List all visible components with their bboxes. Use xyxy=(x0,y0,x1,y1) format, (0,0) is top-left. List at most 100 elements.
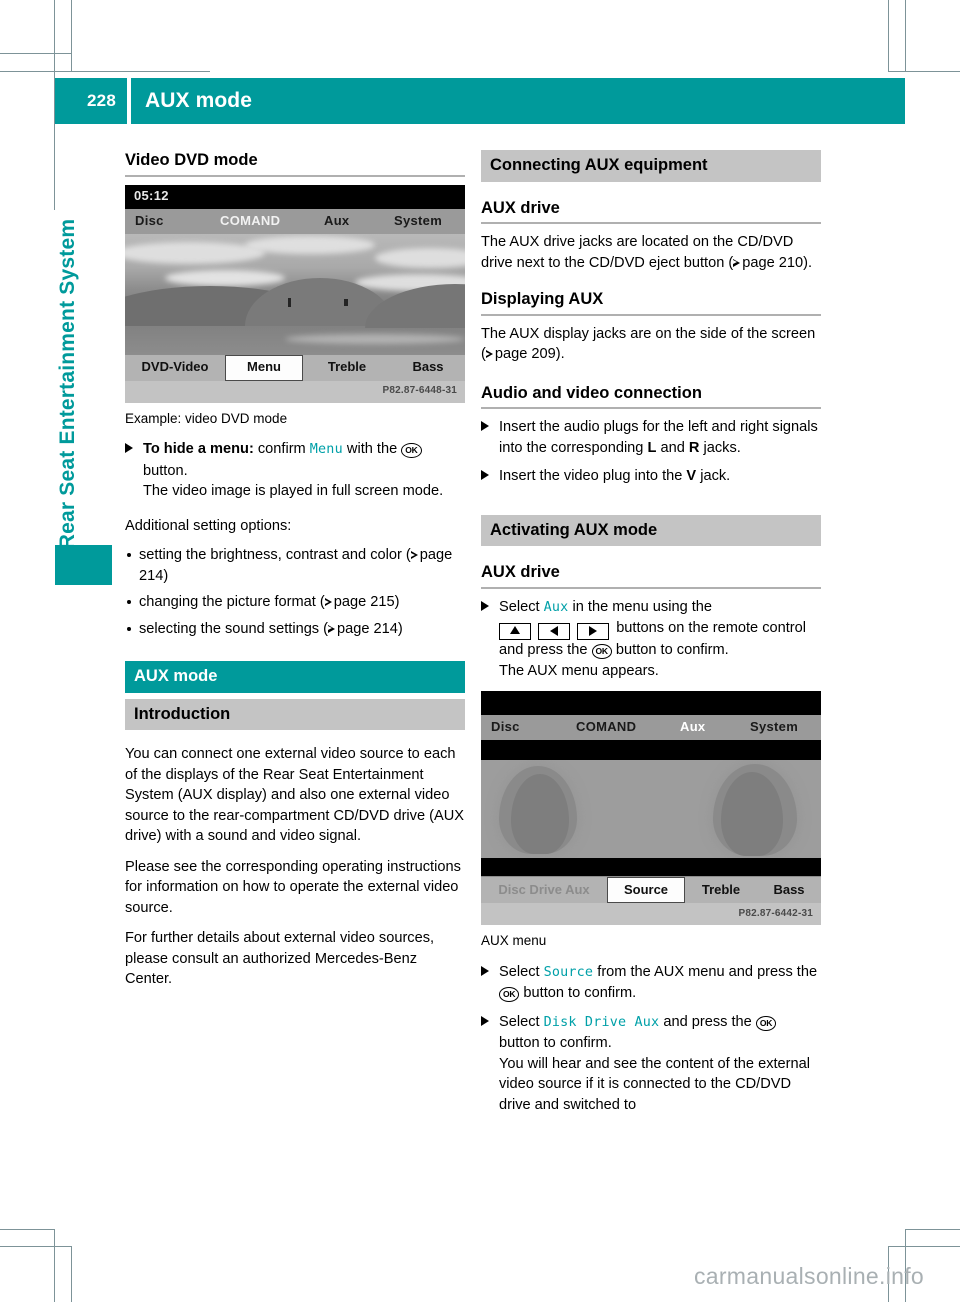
step-hide-menu-text-end: button. xyxy=(143,463,188,479)
crop-mark-top-left-h-outer xyxy=(0,53,72,54)
ui-item-aux[interactable]: Aux xyxy=(544,600,569,615)
option-item-sound-settings: selecting the sound settings (page 214) xyxy=(125,619,465,640)
dvd-menu-item-aux[interactable]: Aux xyxy=(324,211,394,232)
dvd-figure-caption: Example: video DVD mode xyxy=(125,409,465,430)
aux-screen-softkeys: Disc Drive Aux Source Treble Bass xyxy=(481,876,821,903)
dvd-menu-item-disc[interactable]: Disc xyxy=(125,211,220,232)
jack-label-l: L xyxy=(647,440,656,456)
aux-menu-item-disc[interactable]: Disc xyxy=(481,717,576,738)
ui-item-menu[interactable]: Menu xyxy=(310,442,343,457)
dvd-softkey-menu[interactable]: Menu xyxy=(225,355,303,381)
remote-key-right-icon[interactable] xyxy=(577,623,609,640)
step-arrow-icon xyxy=(481,1016,489,1026)
step-select-aux-end: button to confirm. xyxy=(616,642,729,658)
figure-video-dvd-mode: 05:12 Disc COMAND Aux System xyxy=(125,185,465,430)
dvd-softkey-dvd-video[interactable]: DVD-Video xyxy=(125,355,225,381)
ok-button-icon: OK xyxy=(592,644,612,659)
page-ref-arrow-icon xyxy=(411,551,419,560)
heading-audio-video-connection: Audio and video connection xyxy=(481,383,821,404)
heading-rule xyxy=(481,587,821,589)
aux-screen-topbar xyxy=(481,691,821,715)
crop-mark-top-right-outer xyxy=(905,0,906,72)
jack-label-v: V xyxy=(686,468,696,484)
aux-letterbox-top xyxy=(481,740,821,760)
heading-rule xyxy=(481,222,821,224)
dvd-screen: 05:12 Disc COMAND Aux System xyxy=(125,185,465,403)
crop-mark-top-right-inner xyxy=(888,0,889,72)
option-ref-picture-format[interactable]: page 215 xyxy=(334,594,395,610)
aux-softkey-disc-drive-aux[interactable]: Disc Drive Aux xyxy=(481,877,607,903)
step-hide-menu-text-before: confirm xyxy=(258,441,306,457)
aux-softkey-treble[interactable]: Treble xyxy=(685,877,757,903)
intro-paragraph-1: You can connect one external video sourc… xyxy=(125,744,465,847)
step-select-aux: Select Aux in the menu using the buttons… xyxy=(481,597,821,682)
dvd-softkey-bass[interactable]: Bass xyxy=(391,355,465,381)
site-watermark: carmanualsonline.info xyxy=(694,1263,924,1290)
option-ref-sound-settings[interactable]: page 214 xyxy=(337,621,398,637)
page-ref-arrow-icon xyxy=(325,598,333,607)
dvd-screen-menubar: Disc COMAND Aux System xyxy=(125,209,465,234)
step-select-source-end: button to confirm. xyxy=(523,985,636,1001)
jack-label-r: R xyxy=(689,440,700,456)
aux-drive-page-ref[interactable]: page 210 xyxy=(742,255,803,271)
remote-key-up-icon[interactable] xyxy=(499,623,531,640)
additional-options-label: Additional setting options: xyxy=(125,516,465,537)
section-band-introduction: Introduction xyxy=(125,699,465,731)
displaying-aux-text: The AUX display jacks are on the side of… xyxy=(481,326,815,342)
aux-menu-item-aux[interactable]: Aux xyxy=(680,717,750,738)
aux-letterbox-bottom xyxy=(481,858,821,876)
chapter-tab-marker xyxy=(55,545,112,585)
crop-mark-top-left-inner xyxy=(71,0,72,72)
dvd-video-area xyxy=(125,234,465,354)
left-column: Video DVD mode 05:12 Disc COMAND Aux Sys… xyxy=(125,150,465,1000)
step-select-aux-result: The AUX menu appears. xyxy=(499,663,659,679)
page-header: 228 AUX mode xyxy=(55,78,905,124)
aux-menu-item-comand[interactable]: COMAND xyxy=(576,717,680,738)
page-title: AUX mode xyxy=(131,78,905,124)
remote-key-left-icon[interactable] xyxy=(538,623,570,640)
step-select-disk-result: You will hear and see the content of the… xyxy=(499,1056,810,1113)
aux-screen: Disc COMAND Aux System Disc Drive Aux So… xyxy=(481,691,821,925)
option-text-picture-format: changing the picture format xyxy=(139,594,316,610)
ok-button-icon: OK xyxy=(401,443,421,458)
crop-mark-top-left-h-inner xyxy=(0,71,210,72)
crop-mark-bottom-right-h-inner xyxy=(888,1246,960,1247)
option-item-picture-format: changing the picture format (page 215) xyxy=(125,592,465,613)
crop-mark-top-right-h xyxy=(888,71,960,72)
heading-video-dvd-mode: Video DVD mode xyxy=(125,150,465,171)
section-band-aux-mode: AUX mode xyxy=(125,661,465,693)
step-hide-menu: To hide a menu: confirm Menu with the OK… xyxy=(125,439,465,502)
crop-mark-bottom-right-h-outer xyxy=(905,1229,960,1230)
ok-button-icon: OK xyxy=(756,1016,776,1031)
step-select-source-after: from the AUX menu and press the xyxy=(597,964,817,980)
bullet-dot-icon xyxy=(127,600,131,604)
aux-menu-item-system[interactable]: System xyxy=(750,717,821,738)
step-select-disk-before: Select xyxy=(499,1014,540,1030)
dvd-menu-item-comand[interactable]: COMAND xyxy=(220,211,324,232)
bullet-dot-icon xyxy=(127,553,131,557)
aux-screen-menubar: Disc COMAND Aux System xyxy=(481,715,821,740)
displaying-aux-page-ref[interactable]: page 209 xyxy=(495,346,556,362)
heading-rule xyxy=(125,175,465,177)
ui-item-disk-drive-aux[interactable]: Disk Drive Aux xyxy=(544,1015,660,1030)
heading-rule xyxy=(481,407,821,409)
ui-item-source[interactable]: Source xyxy=(544,965,594,980)
step-select-disk-end: button to confirm. xyxy=(499,1035,612,1051)
step-insert-audio-plugs: Insert the audio plugs for the left and … xyxy=(481,417,821,458)
dvd-softkey-treble[interactable]: Treble xyxy=(303,355,391,381)
aux-drive-paragraph: The AUX drive jacks are located on the C… xyxy=(481,232,821,273)
aux-softkey-bass[interactable]: Bass xyxy=(757,877,821,903)
dvd-menu-item-system[interactable]: System xyxy=(394,211,465,232)
option-text-brightness: setting the brightness, contrast and col… xyxy=(139,547,402,563)
page-number: 228 xyxy=(55,78,127,124)
step-arrow-icon xyxy=(481,421,489,431)
step-audio-part1: Insert the audio plugs for the left and … xyxy=(499,419,818,456)
step-select-source: Select Source from the AUX menu and pres… xyxy=(481,962,821,1004)
figure-aux-menu: Disc COMAND Aux System Disc Drive Aux So… xyxy=(481,691,821,952)
crop-mark-bottom-left-h-outer xyxy=(0,1229,55,1230)
dvd-image-code: P82.87-6448-31 xyxy=(125,381,465,403)
dvd-screen-softkeys: DVD-Video Menu Treble Bass xyxy=(125,354,465,381)
aux-softkey-source[interactable]: Source xyxy=(607,877,685,903)
ok-button-icon: OK xyxy=(499,987,519,1002)
step-arrow-icon xyxy=(481,966,489,976)
